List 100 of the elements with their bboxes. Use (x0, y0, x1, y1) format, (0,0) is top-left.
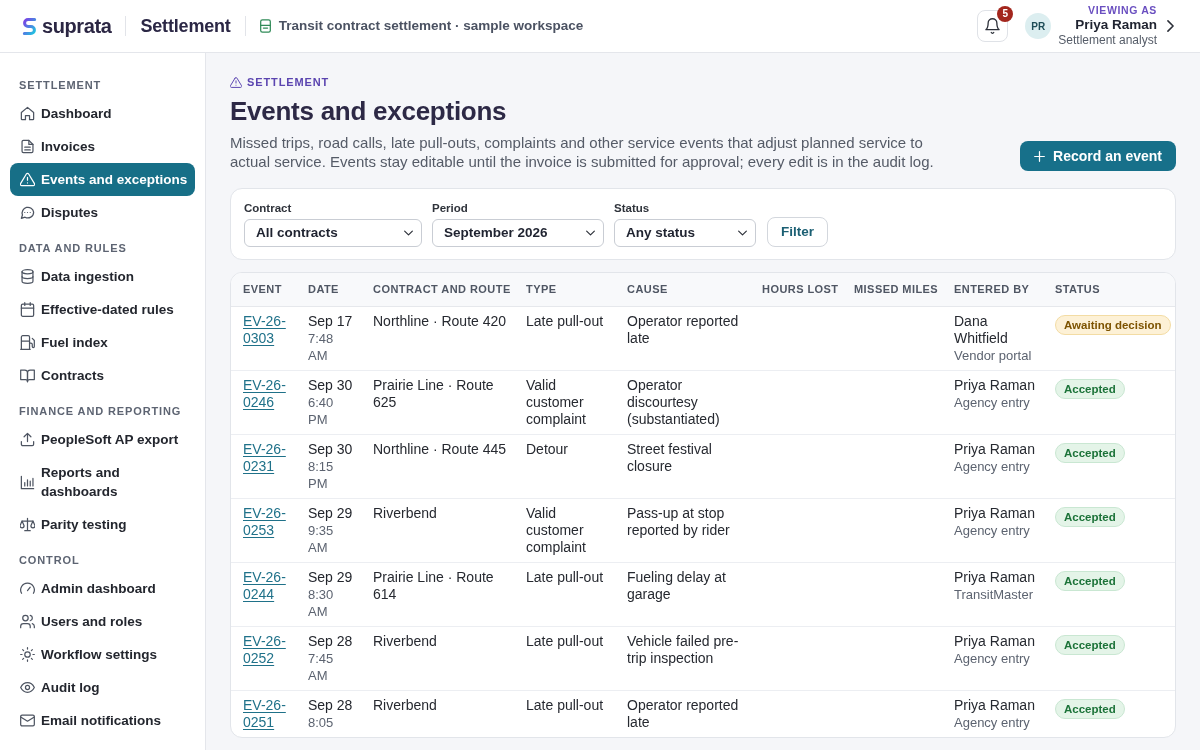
status-badge: Accepted (1055, 442, 1125, 463)
event-link[interactable]: EV-26-0231 (243, 440, 292, 475)
nav-item[interactable]: Invoices (10, 130, 195, 163)
column-header: DATE (296, 273, 361, 306)
entry-source: Agency entry (954, 713, 1031, 731)
dropdown[interactable]: All contracts (244, 219, 422, 247)
event-type: Detour (526, 440, 570, 458)
event-type: Late pull-out (526, 632, 605, 650)
filter-button[interactable]: Filter (767, 217, 828, 247)
notification-count: 5 (997, 6, 1014, 22)
entered-by-name: Priya Raman (954, 696, 1036, 714)
app-title: Settlement (140, 14, 231, 38)
contract-route: Riverbend (373, 632, 438, 650)
chevron-down-icon (738, 230, 747, 236)
event-date: Sep 30 (308, 376, 354, 394)
plus-icon (1034, 150, 1046, 162)
user-name: Priya Raman (1075, 17, 1157, 33)
contract-route: Northline · Route 445 (373, 440, 508, 458)
notifications-button[interactable] (977, 10, 1009, 42)
nav-item[interactable]: Email notifications (10, 704, 195, 737)
event-time: 8:30 AM (308, 585, 335, 620)
entered-by-name: Priya Raman (954, 440, 1036, 458)
chevron-right-icon[interactable] (1167, 20, 1174, 32)
status-badge: Accepted (1055, 378, 1125, 399)
event-link[interactable]: EV-26-0303 (243, 312, 292, 347)
nav-item[interactable]: Audit log (10, 671, 195, 704)
event-link[interactable]: EV-26-0251 (243, 696, 292, 731)
event-time: 7:45 AM (308, 649, 335, 684)
status-badge: Accepted (1055, 570, 1125, 591)
event-date: Sep 28 (308, 696, 354, 714)
contract-route: Riverbend (373, 696, 438, 714)
event-time: 8:05 (308, 713, 335, 731)
column-header: STATUS (1043, 273, 1175, 306)
nav-item[interactable]: Admin dashboard (10, 572, 195, 605)
nav-item[interactable]: Events and exceptions (10, 163, 195, 196)
warning-icon (20, 172, 35, 187)
nav-item[interactable]: Data ingestion (10, 260, 195, 293)
chevron-down-icon (404, 230, 413, 236)
mail-icon (20, 713, 35, 728)
warning-icon (230, 76, 242, 88)
status-badge: Awaiting decision (1055, 314, 1171, 335)
entry-source: Agency entry (954, 649, 1031, 667)
section-label: SETTLEMENT (18, 78, 103, 93)
nav-item[interactable]: Effective-dated rules (10, 293, 195, 326)
event-time: 6:40 PM (308, 393, 335, 428)
eye-icon (20, 680, 35, 695)
logo-icon (22, 16, 37, 36)
dropdown[interactable]: September 2026 (432, 219, 604, 247)
document-icon (20, 139, 35, 154)
nav-item[interactable]: Fuel index (10, 326, 195, 359)
nav-item[interactable]: Disputes (10, 196, 195, 229)
users-icon (20, 614, 35, 629)
column-header: TYPE (514, 273, 615, 306)
event-link[interactable]: EV-26-0244 (243, 568, 292, 603)
event-type: Late pull-out (526, 568, 605, 586)
bar-chart-icon (20, 474, 35, 490)
nav-item[interactable]: PeopleSoft AP export (10, 423, 195, 456)
section-label: CONTROL (18, 553, 81, 568)
chat-bubble-icon (20, 205, 35, 220)
event-date: Sep 29 (308, 504, 354, 522)
event-time: 9:35 AM (308, 521, 335, 556)
status-badge: Accepted (1055, 634, 1125, 655)
dropdown[interactable]: Any status (614, 219, 756, 247)
user-role: Settlement analyst (1058, 33, 1157, 48)
entry-source: Agency entry (954, 521, 1031, 539)
nav-item[interactable]: Dashboard (10, 97, 195, 130)
status-badge: Accepted (1055, 506, 1125, 527)
entry-source: Agency entry (954, 457, 1031, 475)
book-icon (20, 368, 35, 383)
event-link[interactable]: EV-26-0253 (243, 504, 292, 539)
field-label: Contract (244, 201, 293, 215)
field-label: Status (614, 201, 651, 215)
column-header: ENTERED BY (942, 273, 1043, 306)
contract-route: Northline · Route 420 (373, 312, 508, 330)
nav-item[interactable]: Users and roles (10, 605, 195, 638)
event-date: Sep 17 (308, 312, 354, 330)
column-header: HOURS LOST (750, 273, 842, 306)
event-type: Late pull-out (526, 696, 605, 714)
event-cause: Operator discourtesy (substantiated) (627, 376, 721, 428)
event-time: 7:48 AM (308, 329, 335, 364)
nav-item[interactable]: Workflow settings (10, 638, 195, 671)
event-cause: Street festival closure (627, 440, 713, 475)
nav-item[interactable]: Contracts (10, 359, 195, 392)
nav-item[interactable]: Reports and dashboards (10, 456, 195, 508)
viewing-as-label: VIEWING AS (1088, 4, 1157, 17)
event-type: Valid customer complaint (526, 376, 587, 428)
nav-item[interactable]: Parity testing (10, 508, 195, 541)
entry-source: TransitMaster (954, 585, 1034, 603)
entered-by-name: Priya Raman (954, 632, 1036, 650)
gauge-icon (20, 581, 35, 596)
event-link[interactable]: EV-26-0246 (243, 376, 292, 411)
sun-icon (20, 647, 35, 662)
breadcrumb: SETTLEMENT (247, 75, 330, 89)
scale-icon (20, 517, 35, 532)
event-type: Late pull-out (526, 312, 605, 330)
column-header: MISSED MILES (842, 273, 942, 306)
event-link[interactable]: EV-26-0252 (243, 632, 292, 667)
contract-route: Prairie Line · Route 625 (373, 376, 495, 411)
record-event-button[interactable]: Record an event (1020, 141, 1176, 171)
entered-by-name: Dana Whitfield (954, 312, 1009, 347)
